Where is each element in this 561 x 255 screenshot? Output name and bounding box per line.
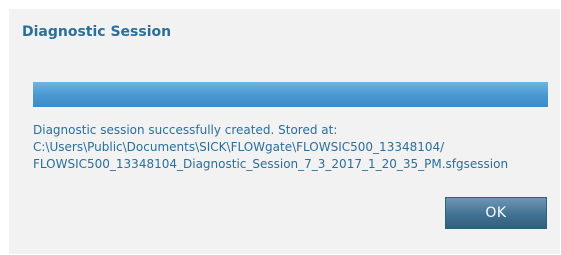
status-message: Diagnostic session successfully created.… (33, 122, 558, 173)
file-name-line: FLOWSIC500_13348104_Diagnostic_Session_7… (33, 157, 509, 171)
ok-button[interactable]: OK (445, 197, 547, 229)
progress-bar-fill (33, 82, 548, 107)
progress-bar (33, 82, 548, 107)
diagnostic-session-dialog: Diagnostic Session Diagnostic session su… (9, 9, 560, 254)
dialog-title: Diagnostic Session (22, 24, 172, 40)
status-message-line: Diagnostic session successfully created.… (33, 123, 338, 137)
file-path-line: C:\Users\Public\Documents\SICK\FLOWgate\… (33, 140, 445, 154)
